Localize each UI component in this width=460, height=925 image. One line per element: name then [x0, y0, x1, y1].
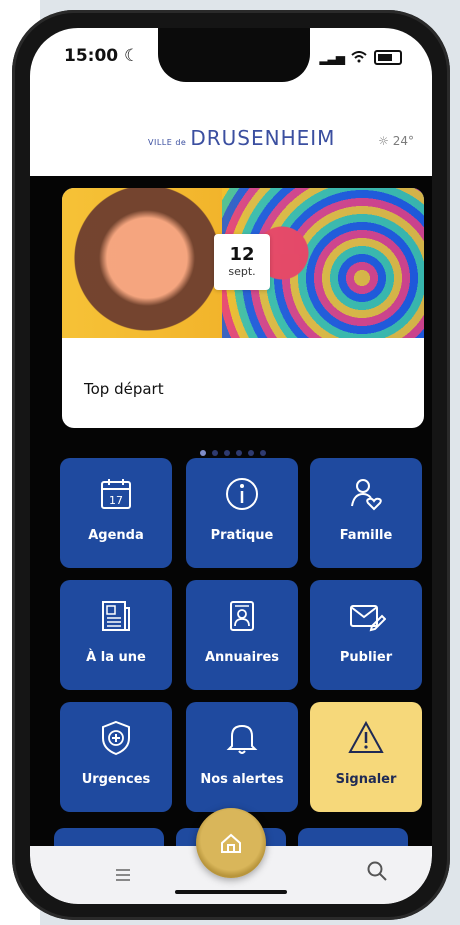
date-badge: 12 sept.: [214, 234, 270, 290]
tile-label: Pratique: [210, 528, 274, 543]
tile-label: Nos alertes: [200, 772, 284, 787]
tile-label: Famille: [339, 528, 393, 543]
date-day: 12: [229, 244, 255, 265]
send-icon: [350, 605, 386, 632]
event-card[interactable]: 12 sept. Top départ: [62, 188, 424, 428]
tile-signaler[interactable]: Signaler: [310, 702, 422, 812]
tile-annuaires[interactable]: Annuaires: [186, 580, 298, 690]
status-icons: ▂▃▅: [319, 48, 402, 67]
brand-prefix: VILLE de: [148, 138, 187, 147]
weather[interactable]: ☼ 24°: [378, 134, 414, 148]
home-icon: [221, 833, 241, 853]
tile-pratique[interactable]: Pratique: [186, 458, 298, 568]
signal-icon: ▂▃▅: [319, 50, 345, 65]
carousel-dot[interactable]: [224, 450, 230, 456]
tile-label: Annuaires: [204, 650, 280, 665]
notch: [158, 28, 310, 82]
weather-temp: 24°: [392, 134, 414, 148]
warning-icon: [348, 720, 384, 753]
carousel-dots: [200, 450, 266, 456]
carousel-dot[interactable]: [212, 450, 218, 456]
directory-icon: [230, 601, 254, 631]
family-icon: [351, 479, 382, 511]
home-button[interactable]: [196, 808, 266, 878]
event-title: Top départ: [84, 380, 164, 398]
tile-publier[interactable]: Publier: [310, 580, 422, 690]
app-screen: 15:00 ☾ ▂▃▅ VILLE de DRUSENHEIM ☼ 24° 12…: [30, 28, 432, 904]
carousel-dot[interactable]: [236, 450, 242, 456]
shield-plus-icon: [102, 720, 130, 756]
home-indicator: [175, 890, 287, 894]
tile-label: Publier: [339, 650, 393, 665]
battery-icon: [374, 50, 402, 65]
phone-frame: 15:00 ☾ ▂▃▅ VILLE de DRUSENHEIM ☼ 24° 12…: [12, 10, 450, 920]
moon-icon: ☾: [124, 46, 140, 66]
sun-icon: ☼: [378, 134, 389, 148]
info-icon: [226, 478, 258, 510]
calendar-icon: 17: [101, 479, 131, 509]
carousel-dot[interactable]: [200, 450, 206, 456]
carousel-dot[interactable]: [260, 450, 266, 456]
carousel-dot[interactable]: [248, 450, 254, 456]
tile-label: Urgences: [81, 772, 151, 787]
header: 15:00 ☾ ▂▃▅ VILLE de DRUSENHEIM ☼ 24°: [30, 28, 432, 176]
date-month: sept.: [228, 265, 256, 278]
menu-icon[interactable]: [114, 867, 134, 886]
svg-text:17: 17: [109, 494, 123, 507]
brand-name: DRUSENHEIM: [190, 126, 336, 150]
news-carousel[interactable]: 12 sept. Top départ: [30, 188, 432, 428]
tile-nos-alertes[interactable]: Nos alertes: [186, 702, 298, 812]
tile-a-la-une[interactable]: À la une: [60, 580, 172, 690]
tile-urgences[interactable]: Urgences: [60, 702, 172, 812]
tile-peek: [298, 828, 408, 848]
tile-agenda[interactable]: 17 Agenda: [60, 458, 172, 568]
newspaper-icon: [102, 601, 130, 631]
tile-label: À la une: [86, 650, 146, 665]
tile-label: Signaler: [335, 772, 397, 787]
tile-peek: [54, 828, 164, 848]
tile-famille[interactable]: Famille: [310, 458, 422, 568]
bell-icon: [226, 724, 258, 754]
status-time: 15:00 ☾: [64, 46, 140, 66]
search-icon[interactable]: [366, 860, 388, 886]
brand-logo[interactable]: VILLE de DRUSENHEIM: [148, 126, 335, 150]
wifi-icon: [351, 48, 367, 67]
tile-label: Agenda: [88, 528, 144, 543]
